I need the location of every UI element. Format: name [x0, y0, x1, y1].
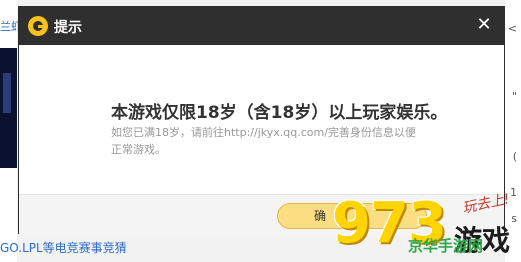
- message-main: 本游戏仅限18岁（含18岁）以上玩家娱乐。: [111, 103, 448, 123]
- watermark-site-name: 京华手游网: [408, 237, 484, 255]
- site-watermark: 9 7 3 玩去上! 游戏 京华手游网: [330, 175, 521, 262]
- background-right-mark: ": [511, 90, 517, 103]
- close-button[interactable]: ✕: [472, 13, 496, 37]
- background-right-mark: (: [512, 150, 517, 163]
- dialog-header: 提示 ✕: [19, 7, 504, 45]
- background-thumbnail[interactable]: [0, 48, 17, 168]
- watermark-digit: 7: [370, 191, 409, 256]
- watermark-slogan: 玩去上!: [461, 191, 511, 217]
- app-logo-icon: [28, 16, 48, 36]
- close-icon: ✕: [476, 14, 492, 35]
- message-sub: 如您已满18岁，请前往http://jkyx.qq.com/完善身份信息以便正常…: [111, 126, 416, 156]
- background-right-mark: <: [507, 22, 517, 35]
- background-left-column: 兰虾: [0, 0, 22, 262]
- background-bottom-link[interactable]: GO.LPL等电竞赛事竞猜: [0, 239, 127, 256]
- watermark-digit: 9: [332, 191, 371, 256]
- dialog-title: 提示: [54, 20, 82, 36]
